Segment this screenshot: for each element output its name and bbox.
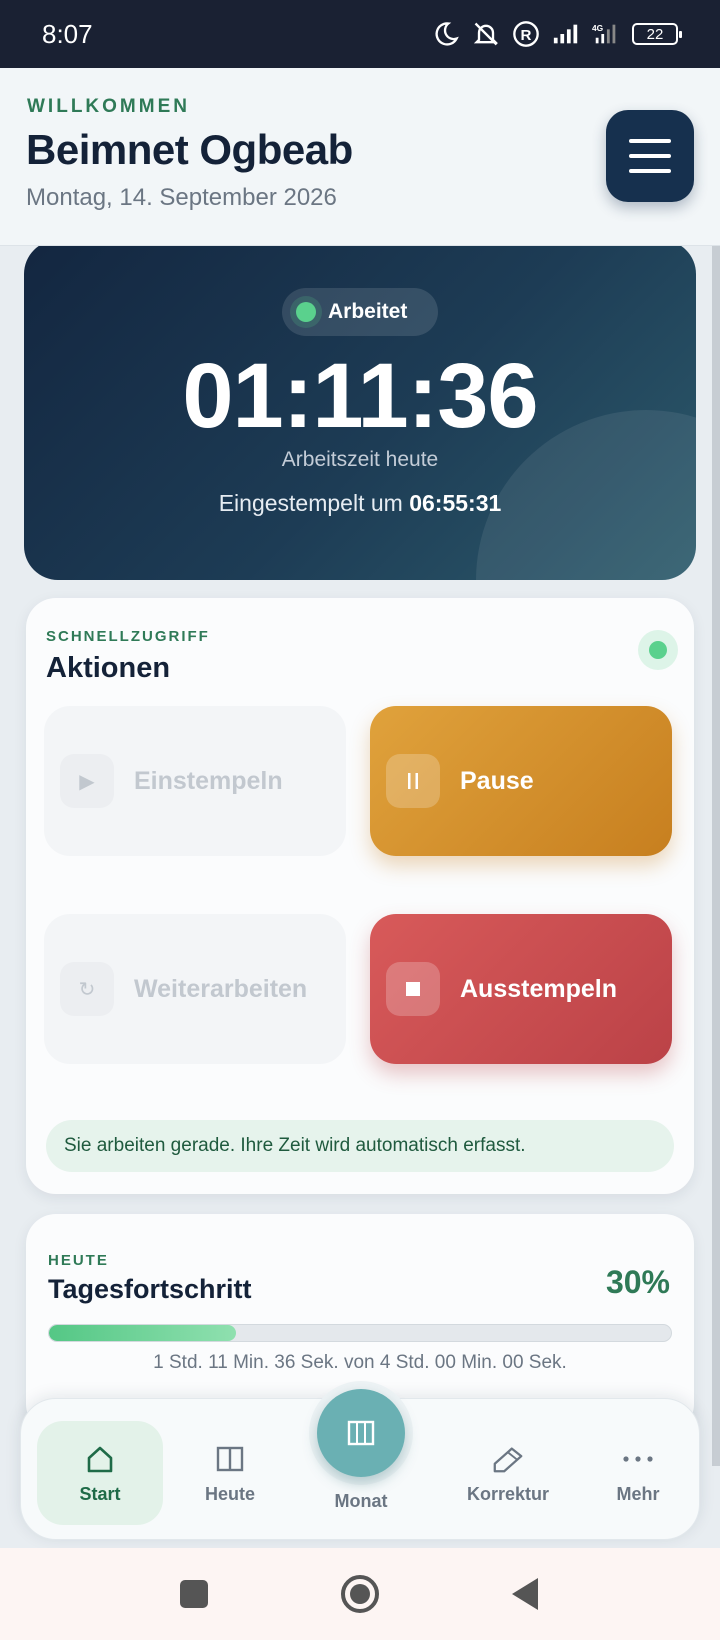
scrollbar[interactable]	[712, 246, 720, 1466]
play-icon: ▶	[60, 754, 114, 808]
month-fab[interactable]	[317, 1389, 405, 1477]
pause-label: Pause	[460, 766, 534, 795]
current-date: Montag, 14. September 2026	[26, 184, 337, 211]
welcome-label: WILLKOMMEN	[27, 96, 190, 117]
bottom-navigation: Start Heute Monat Korrektur Mehr	[20, 1381, 701, 1540]
status-badge: Arbeitet	[282, 288, 438, 336]
progress-title: Tagesfortschritt	[48, 1274, 252, 1304]
pause-icon	[386, 754, 440, 808]
signal-icon	[553, 24, 578, 44]
nav-start[interactable]: Start	[37, 1421, 163, 1525]
clockin-prefix: Eingestempelt um	[218, 490, 403, 516]
info-banner: Sie arbeiten gerade. Ihre Zeit wird auto…	[46, 1120, 674, 1172]
stop-icon	[386, 962, 440, 1016]
clock-in-label: Einstempeln	[134, 766, 283, 795]
timer-card: Arbeitet 01:11:36 Arbeitszeit heute Eing…	[24, 246, 696, 580]
pause-button[interactable]: Pause	[370, 706, 672, 856]
signal-4g-icon: 4G	[592, 23, 616, 44]
status-time: 8:07	[42, 18, 93, 49]
refresh-icon: ↻	[60, 962, 114, 1016]
main-content[interactable]: Arbeitet 01:11:36 Arbeitszeit heute Eing…	[0, 246, 720, 1548]
nav-month-label: Monat	[334, 1491, 388, 1511]
clockin-info: Eingestempelt um 06:55:31	[24, 490, 696, 517]
home-icon	[83, 1442, 117, 1476]
registered-icon: R	[513, 21, 539, 47]
nav-correction-label: Korrektur	[466, 1483, 550, 1504]
clockin-time: 06:55:31	[409, 490, 502, 516]
book-icon	[213, 1442, 247, 1476]
menu-button[interactable]	[606, 110, 694, 202]
more-dots-icon	[621, 1442, 655, 1476]
bell-muted-icon	[473, 22, 499, 46]
nav-start-label: Start	[79, 1483, 121, 1504]
resume-label: Weiterarbeiten	[134, 974, 308, 1003]
progress-kicker: HEUTE	[48, 1252, 109, 1269]
nav-today[interactable]: Heute	[167, 1421, 293, 1525]
progress-bar	[48, 1324, 672, 1342]
calendar-grid-icon	[347, 1420, 375, 1446]
nav-today-label: Heute	[204, 1483, 255, 1504]
actions-title: Aktionen	[46, 652, 171, 684]
system-navigation	[0, 1548, 720, 1640]
app-header: WILLKOMMEN Beimnet Ogbeab Montag, 14. Se…	[0, 68, 720, 246]
pencil-icon	[491, 1442, 525, 1476]
actions-kicker: SCHNELLZUGRIFF	[46, 628, 210, 645]
home-button[interactable]	[340, 1574, 380, 1614]
moon-icon	[435, 22, 459, 46]
nav-correction[interactable]: Korrektur	[445, 1421, 571, 1525]
progress-percent: 30%	[605, 1264, 670, 1300]
hamburger-icon	[629, 139, 671, 143]
user-name: Beimnet Ogbeab	[26, 126, 353, 173]
clock-in-button[interactable]: ▶ Einstempeln	[44, 706, 346, 856]
status-bar: 8:07 R 4G 22	[0, 0, 720, 68]
clock-out-button[interactable]: Ausstempeln	[370, 914, 672, 1064]
actions-card: SCHNELLZUGRIFF Aktionen ▶ Einstempeln Pa…	[26, 598, 694, 1194]
live-indicator-icon	[638, 630, 678, 670]
nav-month[interactable]	[309, 1381, 413, 1485]
recent-apps-button[interactable]	[178, 1578, 210, 1610]
status-dot-icon	[296, 302, 316, 322]
nav-more[interactable]: Mehr	[575, 1421, 701, 1525]
progress-bar-fill	[49, 1325, 236, 1341]
timer-label: Arbeitszeit heute	[281, 448, 439, 471]
timer-value: 01:11:36	[182, 345, 538, 447]
nav-more-label: Mehr	[616, 1483, 660, 1504]
status-text: Arbeitet	[328, 300, 408, 323]
svg-text:4G: 4G	[592, 23, 603, 33]
progress-detail: 1 Std. 11 Min. 36 Sek. von 4 Std. 00 Min…	[153, 1352, 567, 1373]
back-button[interactable]	[510, 1576, 542, 1612]
battery-indicator: 22	[632, 23, 682, 45]
resume-button[interactable]: ↻ Weiterarbeiten	[44, 914, 346, 1064]
status-icons: R 4G 22	[432, 20, 682, 48]
svg-text:R: R	[521, 27, 532, 44]
clock-out-label: Ausstempeln	[460, 974, 617, 1003]
